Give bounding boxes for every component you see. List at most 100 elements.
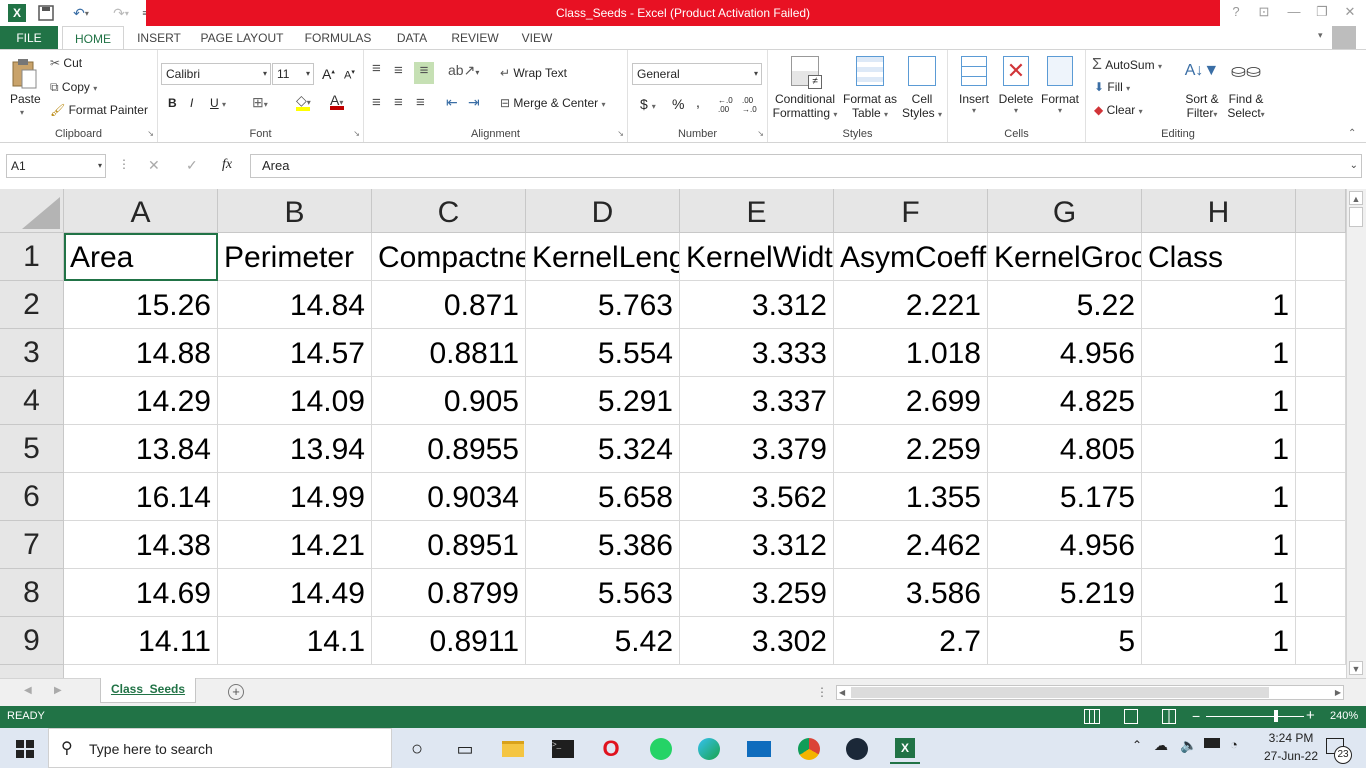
column-header-b[interactable]: B	[218, 189, 372, 233]
cell-g4[interactable]: 4.825	[988, 377, 1142, 425]
row-header-6[interactable]: 6	[0, 473, 64, 521]
close-button[interactable]: ✕	[1336, 0, 1364, 26]
cell-f9[interactable]: 2.7	[834, 617, 988, 665]
column-header-e[interactable]: E	[680, 189, 834, 233]
cell-c1[interactable]: Compactness	[372, 233, 526, 281]
cell-g1[interactable]: KernelGroove	[988, 233, 1142, 281]
align-bottom-icon[interactable]: ≡	[414, 62, 434, 84]
underline-button[interactable]: U ▾	[210, 96, 226, 110]
page-break-view-icon[interactable]	[1162, 709, 1176, 724]
insert-button[interactable]: Insert ▾	[954, 56, 994, 115]
delete-button[interactable]: ✕ Delete ▾	[996, 56, 1036, 115]
cell-f7[interactable]: 2.462	[834, 521, 988, 569]
cell-h7[interactable]: 1	[1142, 521, 1296, 569]
excel-taskbar-icon[interactable]: X	[890, 734, 920, 764]
clipboard-launcher-icon[interactable]: ↘	[147, 129, 154, 138]
cell-d3[interactable]: 5.554	[526, 329, 680, 377]
terminal-icon[interactable]: >_	[548, 734, 578, 764]
cell-c3[interactable]: 0.8811	[372, 329, 526, 377]
cell-d6[interactable]: 5.658	[526, 473, 680, 521]
row-header-4[interactable]: 4	[0, 377, 64, 425]
help-button[interactable]: ?	[1222, 0, 1250, 26]
cell-a2[interactable]: 15.26	[64, 281, 218, 329]
vertical-scroll-thumb[interactable]	[1349, 207, 1363, 227]
cell-filler[interactable]	[1296, 425, 1346, 473]
borders-icon[interactable]: ⊞▾	[252, 94, 268, 111]
column-header-f[interactable]: F	[834, 189, 988, 233]
save-icon[interactable]	[36, 3, 56, 23]
cell-h5[interactable]: 1	[1142, 425, 1296, 473]
column-header-g[interactable]: G	[988, 189, 1142, 233]
number-format-box[interactable]: General ▾	[632, 63, 762, 85]
minimize-button[interactable]: —	[1280, 0, 1308, 26]
cell-e3[interactable]: 3.333	[680, 329, 834, 377]
tab-file[interactable]: FILE	[0, 26, 58, 50]
cell-d9[interactable]: 5.42	[526, 617, 680, 665]
row-header-7[interactable]: 7	[0, 521, 64, 569]
format-as-table-button[interactable]: Format as Table ▾	[842, 56, 898, 120]
shrink-font-button[interactable]: A▾	[344, 68, 355, 82]
scroll-down-icon[interactable]: ▼	[1349, 661, 1363, 675]
file-explorer-icon[interactable]	[498, 734, 528, 764]
cell-c9[interactable]: 0.8911	[372, 617, 526, 665]
clear-button[interactable]: ◆ Clear ▾	[1094, 103, 1143, 117]
whatsapp-icon[interactable]	[646, 734, 676, 764]
cell-f2[interactable]: 2.221	[834, 281, 988, 329]
show-hidden-icons-icon[interactable]: ⌃	[1132, 738, 1142, 752]
tab-home[interactable]: HOME	[62, 26, 124, 50]
tab-formulas[interactable]: FORMULAS	[298, 26, 378, 50]
percent-button[interactable]: %	[672, 96, 684, 112]
cell-c8[interactable]: 0.8799	[372, 569, 526, 617]
restore-button[interactable]: ❐	[1308, 0, 1336, 26]
column-header-a[interactable]: A	[64, 189, 218, 233]
collapse-ribbon-icon[interactable]: ⌃	[1348, 128, 1356, 139]
cell-a7[interactable]: 14.38	[64, 521, 218, 569]
cell-c7[interactable]: 0.8951	[372, 521, 526, 569]
cell-d4[interactable]: 5.291	[526, 377, 680, 425]
cell-g2[interactable]: 5.22	[988, 281, 1142, 329]
increase-indent-icon[interactable]: ⇥	[468, 94, 480, 111]
cell-a4[interactable]: 14.29	[64, 377, 218, 425]
cell-c6[interactable]: 0.9034	[372, 473, 526, 521]
merge-center-button[interactable]: ⊟ Merge & Center ▾	[500, 96, 605, 110]
cell-e4[interactable]: 3.337	[680, 377, 834, 425]
italic-button[interactable]: I	[190, 96, 193, 110]
cell-f5[interactable]: 2.259	[834, 425, 988, 473]
zoom-in-icon[interactable]: +	[1306, 707, 1315, 724]
cell-f4[interactable]: 2.699	[834, 377, 988, 425]
cell-b7[interactable]: 14.21	[218, 521, 372, 569]
cell-styles-button[interactable]: Cell Styles ▾	[900, 56, 944, 120]
redo-icon[interactable]: ↷ ▾	[106, 3, 136, 23]
cell-filler[interactable]	[1296, 617, 1346, 665]
cancel-entry-icon[interactable]: ✕	[148, 157, 160, 174]
comma-button[interactable]: ,	[696, 94, 700, 110]
cell-d7[interactable]: 5.386	[526, 521, 680, 569]
scroll-left-icon[interactable]: ◀	[839, 686, 845, 699]
cut-button[interactable]: ✂ Cut	[50, 56, 82, 70]
cell-filler[interactable]	[1296, 473, 1346, 521]
wrap-text-button[interactable]: ↵ Wrap Text	[500, 66, 567, 80]
cell-f8[interactable]: 3.586	[834, 569, 988, 617]
cell-filler[interactable]	[1296, 233, 1346, 281]
sort-filter-button[interactable]: A↓▼ Sort & Filter▾	[1182, 56, 1222, 120]
cell-b4[interactable]: 14.09	[218, 377, 372, 425]
bold-button[interactable]: B	[168, 96, 177, 110]
expand-formula-icon[interactable]: ⌄	[1350, 155, 1358, 177]
cell-a5[interactable]: 13.84	[64, 425, 218, 473]
cell-c5[interactable]: 0.8955	[372, 425, 526, 473]
format-button[interactable]: Format ▾	[1038, 56, 1082, 115]
row-header-partial[interactable]	[0, 665, 64, 678]
row-header-9[interactable]: 9	[0, 617, 64, 665]
fill-color-icon[interactable]: ◇▾	[296, 92, 311, 111]
number-launcher-icon[interactable]: ↘	[757, 129, 764, 138]
insert-function-icon[interactable]: fx	[222, 157, 232, 173]
cell-b2[interactable]: 14.84	[218, 281, 372, 329]
cell-h2[interactable]: 1	[1142, 281, 1296, 329]
windows-start-icon[interactable]	[10, 734, 40, 764]
steam-icon[interactable]	[842, 734, 872, 764]
onedrive-icon[interactable]: ☁	[1154, 737, 1168, 754]
cell-c2[interactable]: 0.871	[372, 281, 526, 329]
alignment-launcher-icon[interactable]: ↘	[617, 129, 624, 138]
cell-g8[interactable]: 5.219	[988, 569, 1142, 617]
cell-a1[interactable]: Area	[64, 233, 218, 281]
